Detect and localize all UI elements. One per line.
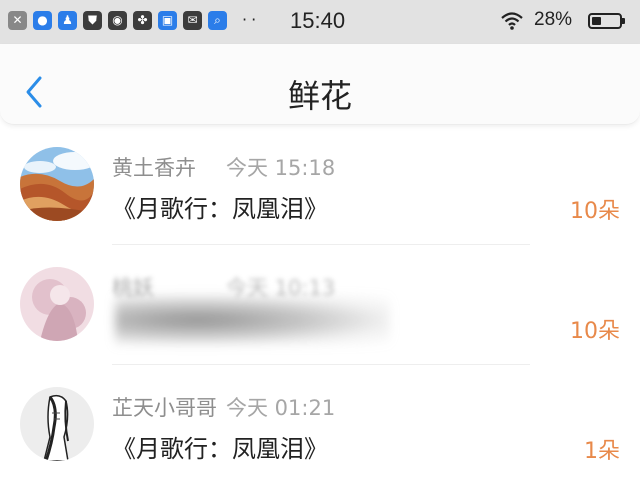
list-item[interactable]: 芷天小哥哥 今天 01:21 《月歌行：凤凰泪》 1朵 xyxy=(0,365,640,485)
nav-bar: 鲜花 xyxy=(0,44,640,125)
avatar[interactable] xyxy=(20,267,94,341)
shield-icon: ⛊ xyxy=(83,11,102,30)
book-title: 《月歌行：凤凰泪》 xyxy=(112,195,328,223)
search-app-icon: ⌕ xyxy=(208,11,227,30)
avatar[interactable] xyxy=(20,387,94,461)
sender-name: 芷天小哥哥 xyxy=(112,396,217,420)
gift-time: 今天 15:18 xyxy=(226,156,336,180)
baidu-paw-icon: ● xyxy=(33,11,52,30)
flower-count: 10朵 xyxy=(570,199,620,224)
book-title: 《月歌行：凤凰泪》 xyxy=(112,435,328,463)
wifi-icon xyxy=(500,11,524,35)
app-store-icon: ▣ xyxy=(158,11,177,30)
game-controller-icon: ◉ xyxy=(108,11,127,30)
qq-penguin-icon: ♟ xyxy=(58,11,77,30)
redacted-smudge xyxy=(115,295,390,345)
close-notification-icon: ✕ xyxy=(8,11,27,30)
flower-count: 10朵 xyxy=(570,319,620,344)
pinwheel-icon: ✤ xyxy=(133,11,152,30)
status-time: 15:40 xyxy=(290,8,346,33)
flower-count: 1朵 xyxy=(584,439,620,464)
page-title: 鲜花 xyxy=(287,77,352,115)
notification-icons: ✕ ● ♟ ⛊ ◉ ✤ ▣ ✉ ⌕ xyxy=(8,11,227,30)
battery-percent: 28% xyxy=(534,9,573,30)
more-notifications-dots: ·· xyxy=(242,10,261,29)
list-item[interactable]: 黄土香卉 今天 15:18 《月歌行：凤凰泪》 10朵 xyxy=(0,125,640,245)
flower-gift-list: 黄土香卉 今天 15:18 《月歌行：凤凰泪》 10朵 桃妖 今天 10:13 … xyxy=(0,125,640,485)
list-item[interactable]: 桃妖 今天 10:13 10朵 xyxy=(0,245,640,365)
mail-icon: ✉ xyxy=(183,11,202,30)
battery-icon xyxy=(588,13,625,29)
avatar[interactable] xyxy=(20,147,94,221)
gift-time: 今天 01:21 xyxy=(226,396,336,420)
status-bar: ✕ ● ♟ ⛊ ◉ ✤ ▣ ✉ ⌕ ·· 15:40 28% xyxy=(0,0,640,44)
sender-name: 黄土香卉 xyxy=(112,156,196,180)
